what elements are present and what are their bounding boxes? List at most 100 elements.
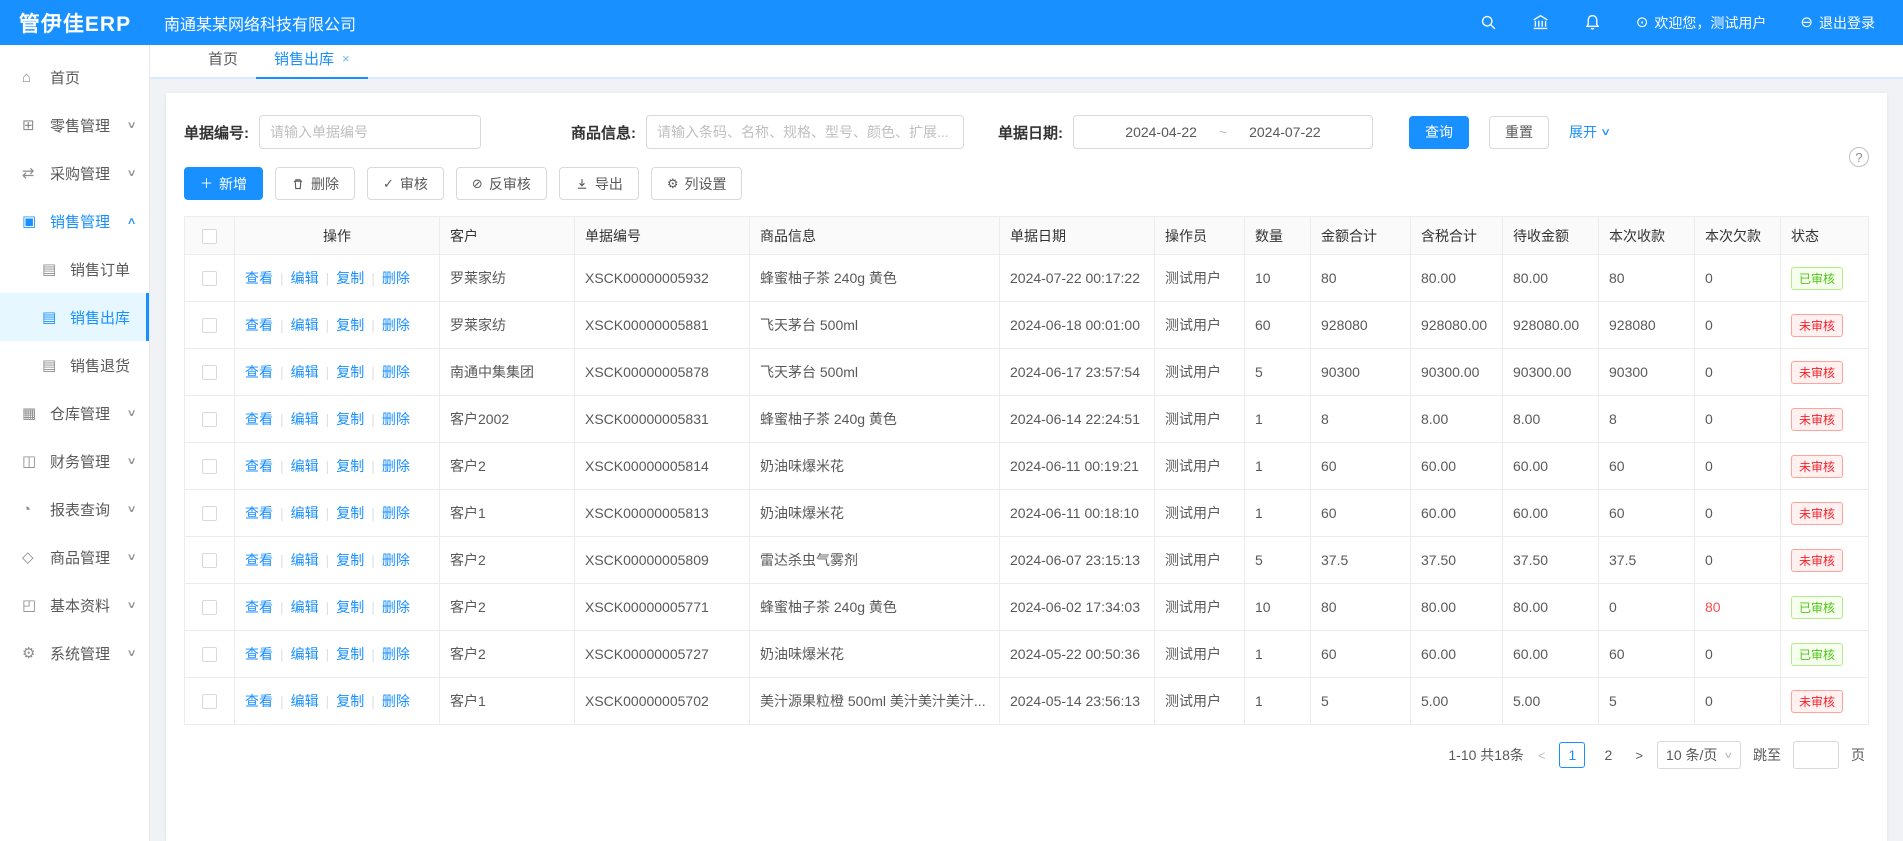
- delete-link[interactable]: 删除: [382, 599, 410, 615]
- status-badge: 未审核: [1791, 455, 1843, 478]
- copy-link[interactable]: 复制: [336, 270, 364, 286]
- row-checkbox[interactable]: [202, 412, 217, 427]
- view-link[interactable]: 查看: [245, 364, 273, 380]
- edit-link[interactable]: 编辑: [291, 646, 319, 662]
- page-size-select[interactable]: 10 条/页 ∨: [1657, 741, 1741, 769]
- expand-filters-link[interactable]: 展开 ∨: [1569, 122, 1609, 142]
- delete-label: 删除: [311, 174, 339, 194]
- delete-link[interactable]: 删除: [382, 552, 410, 568]
- copy-link[interactable]: 复制: [336, 599, 364, 615]
- sidebar-item-finance[interactable]: ◫财务管理∨: [0, 437, 149, 485]
- view-link[interactable]: 查看: [245, 317, 273, 333]
- delete-link[interactable]: 删除: [382, 693, 410, 709]
- row-checkbox[interactable]: [202, 318, 217, 333]
- home-bank-icon[interactable]: [1532, 14, 1550, 32]
- delete-link[interactable]: 删除: [382, 505, 410, 521]
- row-checkbox[interactable]: [202, 271, 217, 286]
- sidebar-item-retail[interactable]: ⊞零售管理∨: [0, 101, 149, 149]
- sidebar-item-system[interactable]: ⚙系统管理∨: [0, 629, 149, 677]
- delete-link[interactable]: 删除: [382, 317, 410, 333]
- copy-link[interactable]: 复制: [336, 458, 364, 474]
- search-icon[interactable]: [1480, 14, 1498, 32]
- select-all-checkbox[interactable]: [202, 229, 217, 244]
- date-to[interactable]: 2024-07-22: [1249, 124, 1321, 140]
- sidebar-item-product[interactable]: ◇商品管理∨: [0, 533, 149, 581]
- view-link[interactable]: 查看: [245, 552, 273, 568]
- sidebar-item-sales-order[interactable]: ▤销售订单: [0, 245, 149, 293]
- view-link[interactable]: 查看: [245, 411, 273, 427]
- add-button[interactable]: ＋ 新增: [184, 167, 263, 200]
- copy-link[interactable]: 复制: [336, 552, 364, 568]
- row-checkbox[interactable]: [202, 694, 217, 709]
- sidebar-item-purchase[interactable]: ⇄采购管理∨: [0, 149, 149, 197]
- delete-link[interactable]: 删除: [382, 364, 410, 380]
- edit-link[interactable]: 编辑: [291, 317, 319, 333]
- retail-icon: ⊞: [22, 116, 40, 134]
- reset-button[interactable]: 重置: [1489, 116, 1549, 149]
- view-link[interactable]: 查看: [245, 458, 273, 474]
- row-checkbox[interactable]: [202, 553, 217, 568]
- row-checkbox[interactable]: [202, 647, 217, 662]
- page-number-1[interactable]: 1: [1559, 742, 1585, 768]
- row-checkbox[interactable]: [202, 506, 217, 521]
- delete-button[interactable]: 删除: [275, 167, 355, 200]
- row-checkbox[interactable]: [202, 459, 217, 474]
- sidebar-item-report[interactable]: ◔报表查询∨: [0, 485, 149, 533]
- copy-link[interactable]: 复制: [336, 364, 364, 380]
- copy-link[interactable]: 复制: [336, 411, 364, 427]
- copy-link[interactable]: 复制: [336, 317, 364, 333]
- tab-home[interactable]: 首页: [190, 48, 256, 77]
- logout-button[interactable]: ⊖ 退出登录: [1800, 13, 1875, 33]
- edit-link[interactable]: 编辑: [291, 458, 319, 474]
- date-from[interactable]: 2024-04-22: [1125, 124, 1197, 140]
- bell-icon[interactable]: [1584, 14, 1602, 32]
- help-icon[interactable]: ?: [1849, 147, 1869, 167]
- view-link[interactable]: 查看: [245, 270, 273, 286]
- edit-link[interactable]: 编辑: [291, 599, 319, 615]
- delete-link[interactable]: 删除: [382, 458, 410, 474]
- column-settings-button[interactable]: ⚙ 列设置: [651, 167, 743, 200]
- sidebar-item-home[interactable]: ⌂首页: [0, 53, 149, 101]
- tab-sales-outbound[interactable]: 销售出库 ×: [256, 48, 368, 79]
- sidebar-item-sales-outbound[interactable]: ▤销售出库: [0, 293, 149, 341]
- date-range-picker[interactable]: 2024-04-22 ~ 2024-07-22: [1073, 115, 1373, 149]
- copy-link[interactable]: 复制: [336, 646, 364, 662]
- edit-link[interactable]: 编辑: [291, 552, 319, 568]
- page-number-2[interactable]: 2: [1595, 742, 1621, 768]
- row-date: 2024-05-14 23:56:13: [1000, 678, 1155, 725]
- prev-page-icon[interactable]: <: [1536, 748, 1548, 763]
- view-link[interactable]: 查看: [245, 599, 273, 615]
- edit-link[interactable]: 编辑: [291, 411, 319, 427]
- tab-close-icon[interactable]: ×: [342, 51, 350, 66]
- view-link[interactable]: 查看: [245, 505, 273, 521]
- order-no-input[interactable]: [259, 115, 481, 149]
- copy-link[interactable]: 复制: [336, 505, 364, 521]
- unaudit-button[interactable]: ⊘ 反审核: [456, 167, 547, 200]
- edit-link[interactable]: 编辑: [291, 364, 319, 380]
- search-button[interactable]: 查询: [1409, 116, 1469, 149]
- copy-link[interactable]: 复制: [336, 693, 364, 709]
- sidebar-item-warehouse[interactable]: ▦仓库管理∨: [0, 389, 149, 437]
- table-row: 查看|编辑|复制|删除罗莱家纺XSCK00000005932蜂蜜柚子茶 240g…: [185, 255, 1869, 302]
- sidebar-item-sales[interactable]: ▣销售管理∧: [0, 197, 149, 245]
- row-checkbox[interactable]: [202, 600, 217, 615]
- edit-link[interactable]: 编辑: [291, 270, 319, 286]
- export-button[interactable]: 导出: [559, 167, 639, 200]
- view-link[interactable]: 查看: [245, 693, 273, 709]
- audit-button[interactable]: ✓ 审核: [367, 167, 444, 200]
- sidebar-item-label: 基本资料: [50, 595, 110, 616]
- welcome-user[interactable]: ⊙ 欢迎您，测试用户: [1636, 13, 1767, 33]
- sidebar-item-basedata[interactable]: ◰基本资料∨: [0, 581, 149, 629]
- delete-link[interactable]: 删除: [382, 411, 410, 427]
- delete-link[interactable]: 删除: [382, 646, 410, 662]
- sidebar-item-sales-return[interactable]: ▤销售退货: [0, 341, 149, 389]
- edit-link[interactable]: 编辑: [291, 693, 319, 709]
- view-link[interactable]: 查看: [245, 646, 273, 662]
- delete-link[interactable]: 删除: [382, 270, 410, 286]
- edit-link[interactable]: 编辑: [291, 505, 319, 521]
- product-info-input[interactable]: [646, 115, 964, 149]
- row-receivable: 80.00: [1503, 584, 1599, 631]
- jump-page-input[interactable]: [1793, 741, 1839, 769]
- row-checkbox[interactable]: [202, 365, 217, 380]
- next-page-icon[interactable]: >: [1633, 748, 1645, 763]
